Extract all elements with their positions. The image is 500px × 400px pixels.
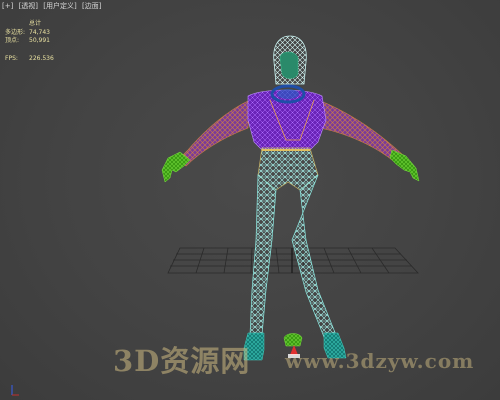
watermark-right: www.3dzyw.com	[285, 349, 475, 373]
watermark-left: 3D资源网	[113, 344, 251, 378]
fps-readout: FPS: 226.536	[5, 55, 54, 62]
fps-value: 226.536	[29, 55, 54, 62]
viewport-display-edged-faces[interactable]: [边面]	[82, 2, 101, 10]
stats-total-header: 总计	[29, 20, 42, 27]
ground-grid	[167, 247, 419, 274]
face	[279, 51, 299, 79]
fps-label: FPS:	[5, 55, 18, 62]
stats-label: 顶点:	[5, 37, 20, 45]
character-torso	[247, 89, 327, 151]
stats-row-polygons: 多边形: 74,743	[5, 29, 50, 38]
stats-label: 多边形:	[5, 28, 26, 36]
viewport-menu-plus[interactable]: [+]	[2, 2, 13, 10]
viewport-shading-user-defined[interactable]: [用户定义]	[43, 2, 76, 10]
stats-value: 74,743	[29, 28, 50, 36]
viewport-label: [+] [透视] [用户定义] [边面]	[2, 1, 104, 11]
viewport-view-perspective[interactable]: [透视]	[19, 2, 38, 10]
stats-value: 50,991	[29, 37, 50, 45]
character-legs	[249, 174, 337, 338]
3d-viewport[interactable]: [+] [透视] [用户定义] [边面] 总计 多边形: 74,743 顶点: …	[0, 0, 500, 400]
viewport-statistics: 总计 多边形: 74,743 顶点: 50,991	[5, 20, 50, 46]
axis-gizmo-icon	[11, 385, 19, 396]
stats-row-vertices: 顶点: 50,991	[5, 37, 50, 46]
